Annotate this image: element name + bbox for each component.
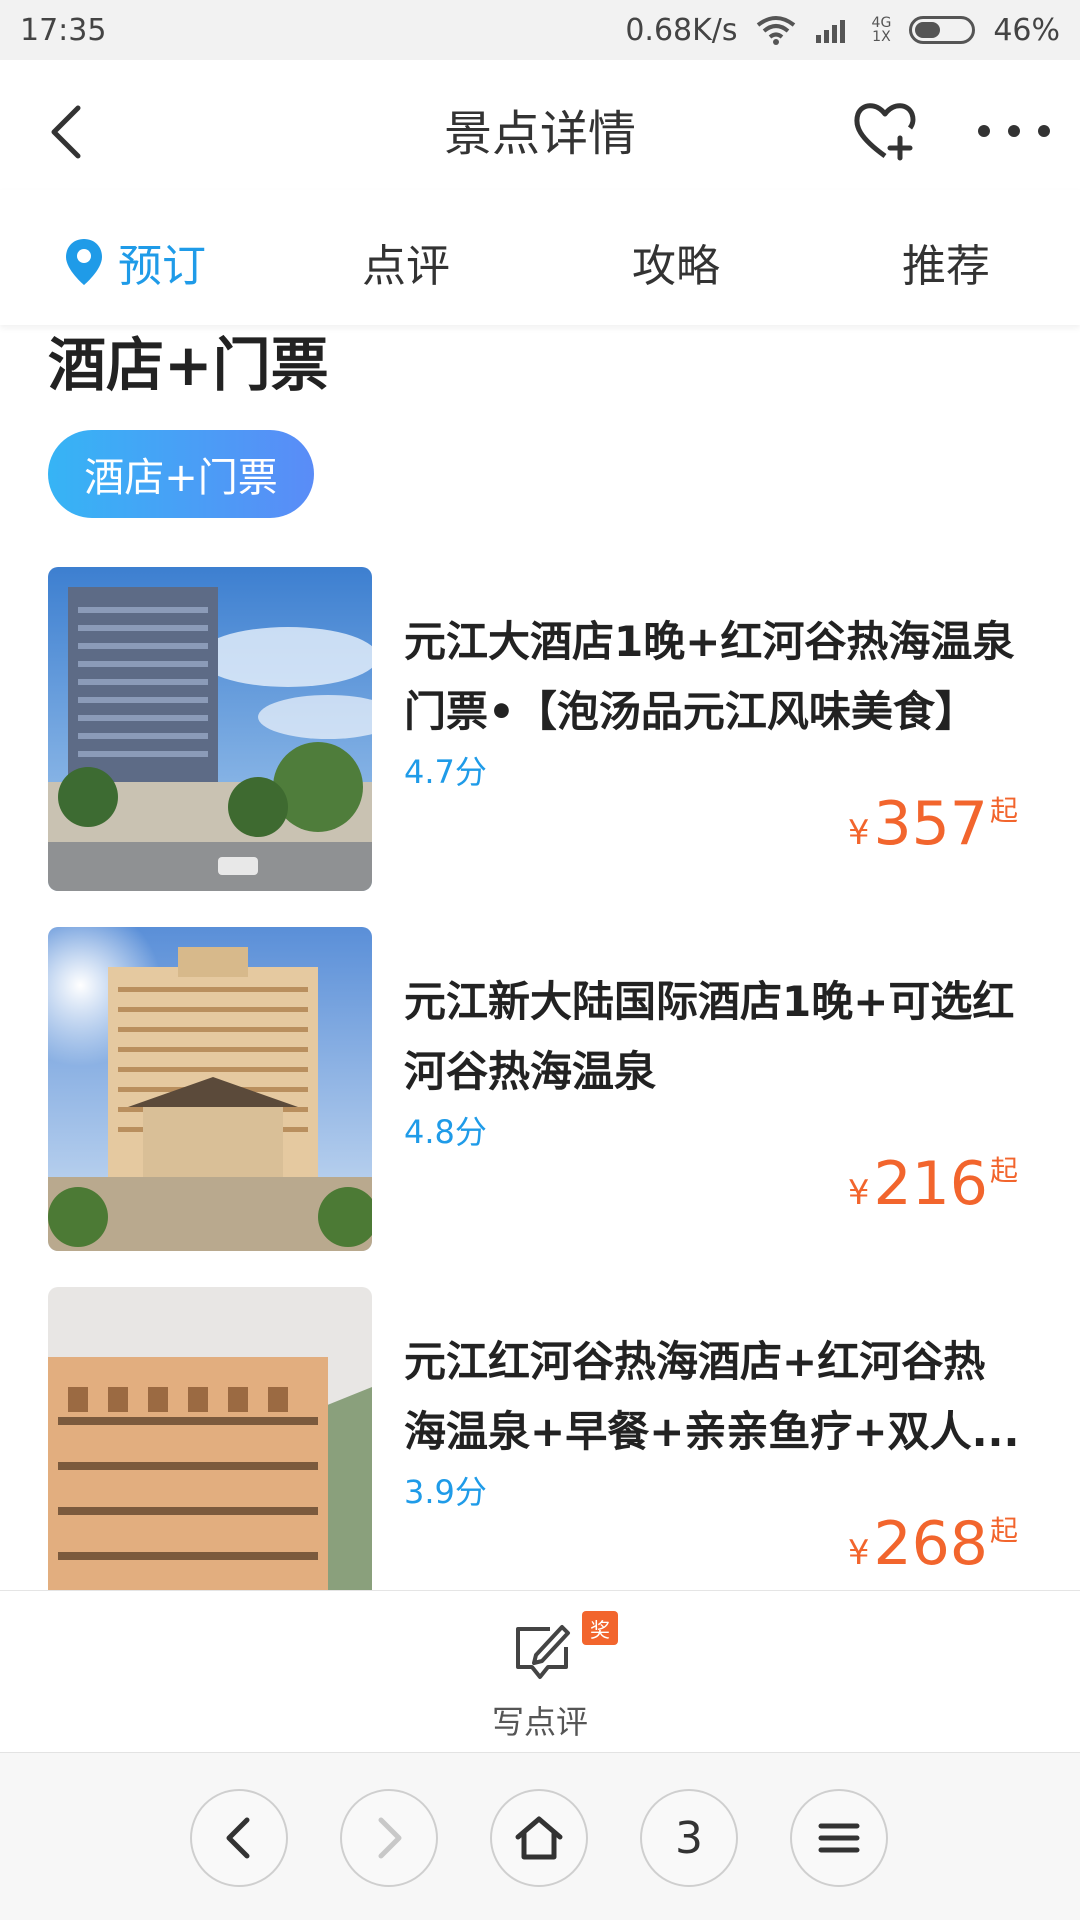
product-score: 3.9分 bbox=[404, 1473, 487, 1511]
product-card[interactable]: 元江红河谷热海酒店+红河谷热海温泉+早餐+亲亲鱼疗+双人... 3.9分 ¥ 2… bbox=[48, 1287, 1038, 1590]
browser-back-button[interactable] bbox=[190, 1789, 288, 1887]
tab-label: 预订 bbox=[118, 241, 206, 292]
hotel-photo bbox=[48, 927, 372, 1251]
write-review-bar: 奖 写点评 bbox=[0, 1590, 1080, 1752]
section-title: 酒店+门票 bbox=[48, 331, 329, 399]
network-speed: 0.68K/s bbox=[625, 12, 738, 48]
tab-booking[interactable]: 预订 bbox=[64, 230, 206, 294]
product-price: ¥ 268 起 bbox=[847, 1509, 1018, 1579]
tab-label: 推荐 bbox=[902, 241, 990, 292]
location-pin-icon bbox=[66, 239, 102, 285]
browser-forward-button[interactable] bbox=[340, 1789, 438, 1887]
header: 景点详情 bbox=[0, 60, 1080, 190]
product-price: ¥ 216 起 bbox=[847, 1149, 1018, 1219]
menu-icon bbox=[818, 1823, 860, 1853]
wifi-icon bbox=[756, 16, 795, 45]
signal-icon bbox=[815, 20, 845, 43]
write-review-icon[interactable] bbox=[510, 1621, 574, 1683]
chevron-left-icon bbox=[226, 1817, 250, 1859]
home-icon bbox=[515, 1816, 563, 1860]
product-name: 元江新大陆国际酒店1晚+可选红河谷热海温泉 bbox=[404, 977, 1015, 1096]
tab-bar: 预订 点评 攻略 推荐 bbox=[0, 190, 1080, 325]
product-price: ¥ 357 起 bbox=[847, 789, 1018, 859]
browser-nav-bar: 3 bbox=[0, 1752, 1080, 1920]
status-time: 17:35 bbox=[20, 12, 107, 48]
tab-recommend[interactable]: 推荐 bbox=[902, 230, 990, 294]
browser-home-button[interactable] bbox=[490, 1789, 588, 1887]
chevron-right-icon bbox=[378, 1817, 402, 1859]
battery-icon bbox=[909, 16, 976, 44]
tab-reviews[interactable]: 点评 bbox=[362, 230, 450, 294]
product-score: 4.8分 bbox=[404, 1113, 487, 1151]
status-right: 0.68K/s 4G 1X 46% bbox=[625, 13, 1060, 48]
filter-chip-hotel-ticket[interactable]: 酒店+门票 bbox=[48, 430, 314, 518]
hotel-photo bbox=[48, 1287, 372, 1590]
battery-percent: 46% bbox=[993, 12, 1060, 48]
product-name: 元江红河谷热海酒店+红河谷热海温泉+早餐+亲亲鱼疗+双人... bbox=[404, 1337, 1020, 1456]
product-score: 4.7分 bbox=[404, 753, 487, 791]
product-name: 元江大酒店1晚+红河谷热海温泉门票•【泡汤品元江风味美食】 bbox=[404, 617, 1015, 736]
tab-guides[interactable]: 攻略 bbox=[632, 230, 720, 294]
network-type: 4G 1X bbox=[871, 15, 892, 45]
tab-label: 攻略 bbox=[632, 241, 720, 292]
reward-badge: 奖 bbox=[582, 1611, 618, 1645]
more-icon[interactable] bbox=[976, 116, 1052, 146]
write-review-label[interactable]: 写点评 bbox=[0, 1697, 1080, 1743]
tab-count: 3 bbox=[675, 1812, 703, 1864]
favorite-add-icon[interactable] bbox=[850, 96, 920, 166]
status-bar: 17:35 0.68K/s 4G 1X 46% bbox=[0, 0, 1080, 60]
product-card[interactable]: 元江大酒店1晚+红河谷热海温泉门票•【泡汤品元江风味美食】 4.7分 ¥ 357… bbox=[48, 567, 1038, 892]
tab-label: 点评 bbox=[362, 241, 450, 292]
product-card[interactable]: 元江新大陆国际酒店1晚+可选红河谷热海温泉 4.8分 ¥ 216 起 bbox=[48, 927, 1038, 1252]
browser-menu-button[interactable] bbox=[790, 1789, 888, 1887]
hotel-photo bbox=[48, 567, 372, 891]
browser-tabs-button[interactable]: 3 bbox=[640, 1789, 738, 1887]
